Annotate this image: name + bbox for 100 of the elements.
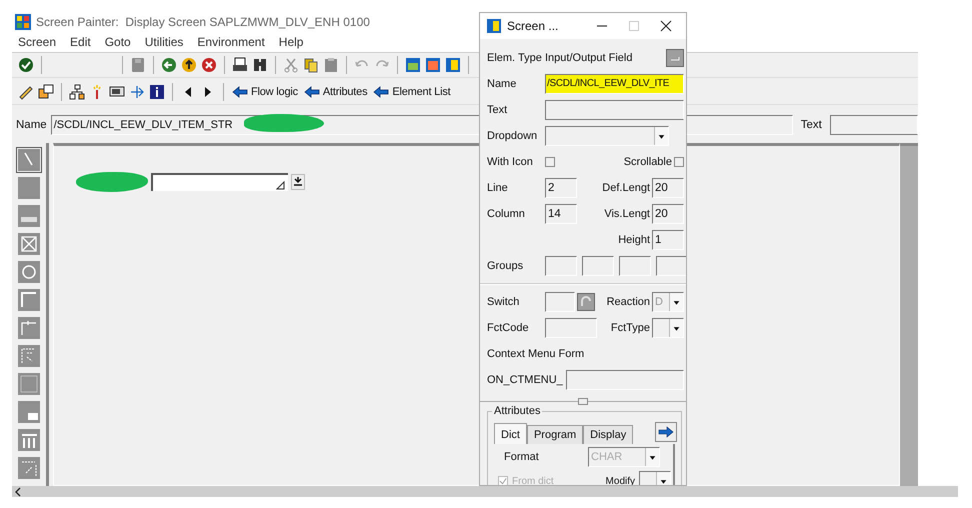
splitter-handle[interactable] <box>578 398 588 405</box>
window-title: Screen Painter: Display Screen SAPLZMWM_DLV_ENH 0100 <box>36 15 370 29</box>
with-icon-checkbox[interactable] <box>545 157 555 167</box>
from-dict-label: From dict <box>512 476 554 485</box>
def-length-label: Def.Lengt <box>602 182 650 194</box>
menu-item[interactable]: Goto <box>104 35 131 49</box>
check-icon[interactable] <box>18 57 34 73</box>
app-icon <box>15 14 31 30</box>
tab[interactable]: Program <box>526 425 584 444</box>
wizard-tool-icon[interactable] <box>18 345 40 367</box>
column-field[interactable]: 14 <box>545 204 577 224</box>
text-label: Text <box>800 119 822 131</box>
input-field[interactable] <box>151 173 288 191</box>
with-icon-label: With Icon <box>487 156 534 168</box>
navigation-button[interactable]: Flow logic <box>231 86 299 98</box>
save-icon[interactable] <box>130 57 146 73</box>
switch-icon[interactable] <box>577 293 595 311</box>
horizontal-scrollbar[interactable] <box>12 486 958 497</box>
tabstrip-tool-icon[interactable] <box>18 317 40 339</box>
text-field[interactable] <box>545 100 684 120</box>
table-tool-icon[interactable] <box>18 429 40 451</box>
paste-icon[interactable] <box>323 57 339 73</box>
search-help-icon[interactable] <box>291 174 305 190</box>
exit-icon[interactable] <box>181 57 197 73</box>
scrollable-label: Scrollable <box>624 156 672 168</box>
dropdown-field[interactable] <box>545 126 669 146</box>
text-field[interactable] <box>830 115 918 135</box>
arrow-left-icon <box>232 86 248 98</box>
window-icon[interactable] <box>445 57 461 73</box>
print-icon[interactable] <box>232 57 248 73</box>
pointer-tool-icon[interactable] <box>18 149 40 171</box>
context-menu-label: Context Menu Form <box>487 348 584 360</box>
caret-icon <box>669 293 683 311</box>
cancel-icon[interactable] <box>201 57 217 73</box>
info-icon[interactable] <box>149 84 165 100</box>
line-field[interactable]: 2 <box>545 178 577 198</box>
menu-item[interactable]: Edit <box>70 35 91 49</box>
close-icon[interactable] <box>660 20 672 32</box>
copy-icon[interactable] <box>303 57 319 73</box>
window-icon[interactable] <box>425 57 441 73</box>
attributes-title: Attributes <box>492 405 542 417</box>
resize-icon <box>276 181 285 190</box>
checkbox-tool-icon[interactable] <box>18 233 40 255</box>
switch-label: Switch <box>487 296 520 308</box>
fcttype-dropdown[interactable] <box>652 318 684 338</box>
group-field[interactable] <box>619 256 651 276</box>
arrow-right-icon[interactable] <box>655 422 677 442</box>
menu-item[interactable]: Help <box>278 35 304 49</box>
name-label: Name <box>487 78 518 90</box>
window-icon[interactable] <box>405 57 421 73</box>
frame-tool-icon[interactable] <box>18 289 40 311</box>
dialog-title: Screen ... <box>507 19 558 33</box>
caret-icon <box>654 127 668 145</box>
fctcode-label: FctCode <box>487 322 530 334</box>
scrollable-checkbox[interactable] <box>674 157 684 167</box>
text-label: Text <box>487 104 508 116</box>
menu-item[interactable]: Screen <box>18 35 56 49</box>
menu-item[interactable]: Utilities <box>144 35 184 49</box>
hierarchy-icon[interactable] <box>69 84 85 100</box>
column-label: Column <box>487 208 526 220</box>
line-label: Line <box>487 182 509 194</box>
caret-icon <box>645 448 659 466</box>
input-tool-icon[interactable] <box>18 205 40 227</box>
groups-label: Groups <box>487 260 524 272</box>
switch-field[interactable] <box>545 292 575 312</box>
windows-icon[interactable] <box>38 84 54 100</box>
arrows-icon[interactable] <box>129 84 145 100</box>
radio-tool-icon[interactable] <box>18 261 40 283</box>
back-icon[interactable] <box>161 57 177 73</box>
name-label: Name <box>16 119 47 131</box>
tab[interactable]: Display <box>583 425 634 444</box>
scroll-left-icon[interactable] <box>14 486 22 496</box>
vis-length-field[interactable]: 20 <box>652 204 684 224</box>
modify-dropdown[interactable] <box>639 471 671 485</box>
table-wizard-tool-icon[interactable] <box>18 457 40 479</box>
pencil-icon[interactable] <box>18 84 34 100</box>
group-field[interactable] <box>656 256 686 276</box>
element-icon[interactable] <box>666 49 684 67</box>
arrow-left-icon <box>373 86 390 98</box>
ctmenu-prefix: ON_CTMENU_ <box>487 374 563 386</box>
def-length-field[interactable]: 20 <box>652 178 684 198</box>
name-field[interactable]: /SCDL/INCL_EEW_DLV_ITE <box>545 74 684 94</box>
height-field[interactable]: 1 <box>652 230 684 250</box>
fctcode-field[interactable] <box>545 318 597 338</box>
group-field[interactable] <box>545 256 577 276</box>
navigation-button[interactable]: Element List <box>372 86 452 98</box>
container-tool-icon[interactable] <box>18 401 40 423</box>
vis-length-label: Vis.Lengt <box>604 208 650 220</box>
group-field[interactable] <box>582 256 614 276</box>
dialog-icon <box>487 19 501 33</box>
height-label: Height <box>618 234 650 246</box>
arrow-left-icon <box>304 86 320 98</box>
navigation-button[interactable]: Attributes <box>302 86 368 98</box>
tab[interactable]: Dict <box>494 423 527 444</box>
format-label: Format <box>503 451 540 463</box>
caret-icon <box>669 319 683 337</box>
fcttype-label: FctType <box>610 322 650 334</box>
context-menu-field[interactable] <box>566 370 684 390</box>
menu-item[interactable]: Environment <box>197 35 265 49</box>
cut-icon[interactable] <box>283 57 299 73</box>
